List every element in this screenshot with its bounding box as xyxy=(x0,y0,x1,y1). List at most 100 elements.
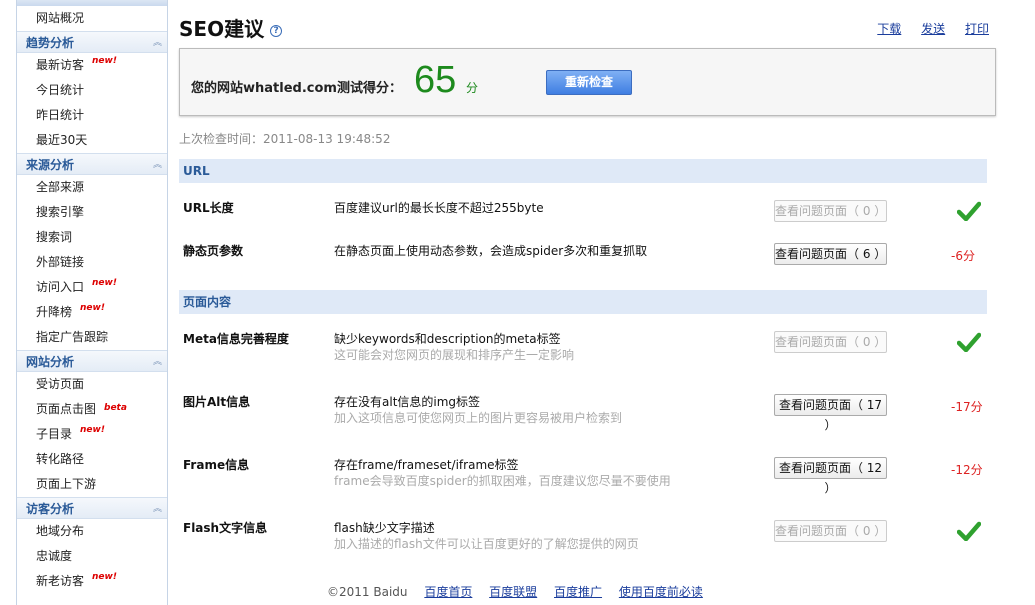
help-icon[interactable]: ? xyxy=(270,24,283,37)
sidebar-item[interactable]: 最近30天 xyxy=(17,128,167,153)
sidebar-item[interactable]: 访问入口 new! xyxy=(17,275,167,300)
collapse-chevron-icon[interactable]: ︽ xyxy=(153,351,162,373)
sidebar-item-label: 网站概况 xyxy=(36,11,85,25)
collapse-chevron-icon[interactable]: ︽ xyxy=(153,32,162,54)
page-title-text: SEO建议 xyxy=(179,17,265,41)
view-problem-pages-button[interactable]: 查看问题页面（ 0 ） xyxy=(774,520,887,542)
sidebar-item[interactable]: 搜索词 xyxy=(17,225,167,250)
sidebar-item[interactable]: 搜索引擎 xyxy=(17,200,167,225)
score-value: 65 xyxy=(414,59,457,101)
sidebar-item-label: 外部链接 xyxy=(36,255,85,269)
check-name: URL长度 xyxy=(183,201,234,215)
sidebar-item[interactable]: 指定广告跟踪 xyxy=(17,325,167,350)
sidebar-item-label: 指定广告跟踪 xyxy=(36,330,109,344)
new-badge: new! xyxy=(92,278,117,288)
footer-link-home[interactable]: 百度首页 xyxy=(424,585,472,599)
check-name: 图片Alt信息 xyxy=(183,395,251,409)
new-badge: new! xyxy=(80,425,105,435)
section-content-header: 页面内容 xyxy=(179,290,987,314)
pass-check-icon xyxy=(956,332,982,353)
view-problem-pages-button[interactable]: 查看问题页面（ 6 ） xyxy=(774,243,887,265)
sidebar-group-header[interactable]: 访客分析 ︽ xyxy=(17,497,167,519)
recheck-button[interactable]: 重新检查 xyxy=(546,70,632,95)
sidebar-group-header[interactable]: 来源分析 ︽ xyxy=(17,153,167,175)
footer: ©2011 Baidu 百度首页 百度联盟 百度推广 使用百度前必读 xyxy=(327,583,703,600)
sidebar-item[interactable]: 子目录 new! xyxy=(17,422,167,447)
footer-link-terms[interactable]: 使用百度前必读 xyxy=(619,585,703,599)
sidebar-item-label: 搜索引擎 xyxy=(36,205,85,219)
sidebar-group-label: 来源分析 xyxy=(26,158,75,172)
sidebar-item[interactable]: 今日统计 xyxy=(17,78,167,103)
beta-badge: beta xyxy=(104,403,127,413)
sidebar-item-label: 全部来源 xyxy=(36,180,85,194)
sidebar-item-label: 升降榜 xyxy=(36,305,73,319)
sidebar-group-label: 趋势分析 xyxy=(26,36,75,50)
sidebar-item[interactable]: 昨日统计 xyxy=(17,103,167,128)
pass-check-icon xyxy=(956,521,982,542)
page-title: SEO建议? xyxy=(179,13,283,42)
sidebar-item[interactable]: 受访页面 xyxy=(17,372,167,397)
check-description: 在静态页面上使用动态参数，会造成spider多次和重复抓取 xyxy=(334,244,648,258)
sidebar-item[interactable]: 外部链接 xyxy=(17,250,167,275)
sidebar-item[interactable]: 新老访客 new! xyxy=(17,569,167,594)
sidebar-item[interactable]: 转化路径 xyxy=(17,447,167,472)
footer-link-promotion[interactable]: 百度推广 xyxy=(554,585,602,599)
sidebar-list: 网站概况趋势分析 ︽ 最新访客 new! 今日统计昨日统计最近30天来源分析 ︽ 全部来源搜… xyxy=(17,6,167,594)
sidebar-item-label: 新老访客 xyxy=(36,574,85,588)
sidebar: 网站概况趋势分析 ︽ 最新访客 new! 今日统计昨日统计最近30天来源分析 ︽ 全部来源搜… xyxy=(16,0,168,605)
new-badge: new! xyxy=(92,56,117,66)
collapse-chevron-icon[interactable]: ︽ xyxy=(153,154,162,176)
check-name: Frame信息 xyxy=(183,458,250,472)
sidebar-item-label: 搜索词 xyxy=(36,230,73,244)
view-problem-pages-button[interactable]: 查看问题页面（ 0 ） xyxy=(774,331,887,353)
sidebar-item[interactable]: 页面上下游 xyxy=(17,472,167,497)
sidebar-item-label: 最近30天 xyxy=(36,133,88,147)
view-problem-pages-button[interactable]: 查看问题页面（ 0 ） xyxy=(774,200,887,222)
check-hint: 加入描述的flash文件可以让百度更好的了解您提供的网页 xyxy=(334,537,639,551)
top-links: 下载 发送 打印 xyxy=(861,20,989,37)
main-content: SEO建议? 下载 发送 打印 您的网站whatled.com测试得分： 65 … xyxy=(179,0,999,605)
sidebar-item-label: 受访页面 xyxy=(36,377,85,391)
sidebar-item[interactable]: 网站概况 xyxy=(17,6,167,31)
score-box: 您的网站whatled.com测试得分： 65 分 重新检查 xyxy=(179,48,996,116)
print-link[interactable]: 打印 xyxy=(965,22,989,36)
sidebar-group-header[interactable]: 网站分析 ︽ xyxy=(17,350,167,372)
view-problem-pages-button[interactable]: 查看问题页面（ 17 ） xyxy=(774,394,887,432)
pass-check-icon xyxy=(956,201,982,222)
score-label: 您的网站whatled.com测试得分： xyxy=(191,81,402,96)
sidebar-item[interactable]: 地域分布 xyxy=(17,519,167,544)
check-name: Meta信息完善程度 xyxy=(183,332,289,346)
check-description: 百度建议url的最长长度不超过255byte xyxy=(334,201,544,215)
sidebar-item[interactable]: 升降榜 new! xyxy=(17,300,167,325)
check-description: 缺少keywords和description的meta标签 xyxy=(334,332,561,346)
check-hint: 这可能会对您网页的展现和排序产生一定影响 xyxy=(334,348,575,362)
check-hint: 加入这项信息可使您网页上的图片更容易被用户检索到 xyxy=(334,411,623,425)
check-name: 静态页参数 xyxy=(183,244,244,258)
sidebar-group-label: 访客分析 xyxy=(26,502,75,516)
sidebar-item-label: 今日统计 xyxy=(36,83,85,97)
check-description: 存在没有alt信息的img标签 xyxy=(334,395,481,409)
send-link[interactable]: 发送 xyxy=(921,22,945,36)
download-link[interactable]: 下载 xyxy=(877,22,901,36)
sidebar-group-header[interactable]: 趋势分析 ︽ xyxy=(17,31,167,53)
sidebar-item-label: 昨日统计 xyxy=(36,108,85,122)
sidebar-item[interactable]: 页面点击图 beta xyxy=(17,397,167,422)
collapse-chevron-icon[interactable]: ︽ xyxy=(153,498,162,520)
score-unit: 分 xyxy=(466,81,479,95)
sidebar-item-label: 忠诚度 xyxy=(36,549,73,563)
check-name: Flash文字信息 xyxy=(183,521,268,535)
view-problem-pages-button[interactable]: 查看问题页面（ 12 ） xyxy=(774,457,887,495)
sidebar-item-label: 页面上下游 xyxy=(36,477,97,491)
last-check-time: 上次检查时间：2011-08-13 19:48:52 xyxy=(179,132,391,146)
penalty-score: -17分 xyxy=(951,400,983,414)
check-description: 存在frame/frameset/iframe标签 xyxy=(334,458,519,472)
new-badge: new! xyxy=(80,303,105,313)
sidebar-group-label: 网站分析 xyxy=(26,355,75,369)
sidebar-item[interactable]: 最新访客 new! xyxy=(17,53,167,78)
footer-link-union[interactable]: 百度联盟 xyxy=(489,585,537,599)
sidebar-item[interactable]: 忠诚度 xyxy=(17,544,167,569)
sidebar-item-label: 子目录 xyxy=(36,427,73,441)
sidebar-item-label: 最新访客 xyxy=(36,58,85,72)
sidebar-item[interactable]: 全部来源 xyxy=(17,175,167,200)
copyright: ©2011 Baidu xyxy=(327,585,408,599)
